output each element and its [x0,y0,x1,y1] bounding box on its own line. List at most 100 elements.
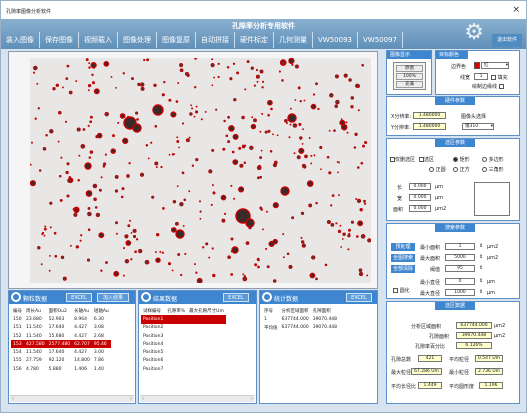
table-row[interactable]: 155 27.759 92.120 14.800 7.86 [11,357,111,365]
polygon-radio[interactable] [482,157,487,162]
edge-line-checkbox-wrap[interactable]: 绘制边缘线 [472,83,504,90]
col-header[interactable]: 序号 [262,307,280,315]
menu-load-image[interactable]: 装入图像 [1,32,40,48]
horizontal-scrollbar[interactable]: ‹ › [140,395,255,402]
watershed-option[interactable]: 圆化 [393,287,410,294]
col-header[interactable]: 编号 [11,307,24,315]
circle-radio[interactable] [429,167,434,172]
scroll-left-icon[interactable]: ‹ [142,396,144,402]
title-bar: 孔隙率图像分析软件 × [1,1,526,19]
pore-mark [354,132,358,136]
col-header[interactable]: 面积Ou2 [47,307,72,315]
table-row[interactable]: Position7 [141,365,226,373]
menu-video-load[interactable]: 视频载入 [79,32,118,48]
max-diam-input[interactable]: 1000 [445,289,475,296]
menu-vw50093[interactable]: VW50093 [313,32,358,48]
clear-all-button[interactable]: 全部清除 [391,265,415,273]
col-header[interactable]: 孔隙面积 [311,307,339,315]
max-area-spinner[interactable]: ⇕ [479,254,483,260]
length-input[interactable]: 0.000 [409,183,431,190]
region-option[interactable]: 选区 [419,156,434,163]
add-result-button[interactable]: 加入结果 [97,293,129,302]
max-diam-unit: μm [487,290,496,296]
table-row[interactable]: 153 427.580 2577.480 62.707 95.46 [11,340,111,349]
total-area-unit: μm2 [494,323,506,329]
table-row[interactable]: Position2 [141,324,226,332]
horizontal-scrollbar[interactable]: ‹ › [10,395,134,402]
lens-select[interactable]: 镜310 ▾ [462,123,494,130]
triangle-radio[interactable] [482,167,487,172]
region-only-option[interactable]: 仅删选区 [390,156,415,163]
max-diam-spinner[interactable]: ⇕ [479,289,483,295]
zoom-100-button[interactable]: 100% [396,73,423,80]
threshold-spinner[interactable]: ⇕ [479,265,483,271]
triangle-option[interactable]: 三角形 [482,166,504,173]
pore-mark [87,83,92,88]
col-header[interactable]: 试样编号 [141,307,165,315]
particle-excel-button[interactable]: EXCEL [66,293,92,302]
x-resolution-input[interactable]: 1.480000 [413,112,446,119]
col-header[interactable]: 最大孔隙尺寸Um [187,307,226,315]
micrograph-canvas[interactable] [29,57,372,284]
menu-vw50097[interactable]: VW50097 [358,32,403,48]
fill-checkbox[interactable] [491,75,496,80]
watershed-checkbox[interactable] [393,288,398,293]
table-row[interactable]: Position4 [141,340,226,348]
menu-image-restore[interactable]: 图像复原 [157,32,196,48]
circle-option[interactable]: 正圆 [429,166,446,173]
table-cell: Position4 [143,341,164,347]
scroll-right-icon[interactable]: › [251,396,253,402]
min-diam-spinner[interactable]: ⇕ [479,278,483,284]
fill-checkbox-wrap[interactable]: 填充 [491,74,508,81]
min-area-spinner[interactable]: ⇕ [479,243,483,249]
y-resolution-input[interactable]: 1.480000 [413,123,446,130]
original-size-button[interactable]: 原图 [396,65,423,72]
stats-excel-button[interactable]: EXCEL [346,293,372,302]
min-area-input[interactable]: 1 [445,243,475,250]
col-header[interactable]: 分析区域面积 [280,307,311,315]
rect-radio[interactable] [453,157,458,162]
thickness-input[interactable]: 1 [474,73,488,80]
exit-button[interactable]: 退出软件 [492,34,522,47]
preprocess-button[interactable]: 预处理 [391,243,415,251]
col-header[interactable]: 孔隙率% [165,307,187,315]
col-header[interactable]: 周长Au [24,307,47,315]
table-row[interactable]: 150 23.680 52.903 8.964 6.30 [11,315,111,323]
area-input[interactable]: 0.000 [409,205,431,212]
max-area-input[interactable]: 5000 [445,254,475,261]
table-row[interactable]: 156 4.780 5.880 1.406 1.40 [11,365,111,373]
menu-hardware-calibration[interactable]: 硬件标定 [235,32,274,48]
pore-mark [324,263,328,267]
min-diam-input[interactable]: 0 [445,278,475,285]
col-header[interactable]: 长轴Au [72,307,92,315]
close-icon[interactable]: × [512,5,520,15]
scroll-left-icon[interactable]: ‹ [12,396,14,402]
full-search-button[interactable]: 全图搜索 [391,254,415,262]
table-row[interactable]: Position3 [141,332,226,340]
table-row[interactable]: 151 11.540 17.640 4.427 3.08 [11,324,111,332]
threshold-input[interactable]: 95 [445,265,475,272]
table-row[interactable]: 154 11.540 17.640 4.427 3.00 [11,348,111,356]
table-row[interactable]: 152 11.540 15.680 4.427 2.68 [11,332,111,340]
menu-geometry-measure[interactable]: 几何测量 [274,32,313,48]
menu-auto-stitch[interactable]: 自动拼接 [196,32,235,48]
rect-option[interactable]: 矩形 [453,156,470,163]
width-input[interactable]: 0.000 [409,194,431,201]
menu-image-process[interactable]: 图像处理 [118,32,157,48]
table-row[interactable]: Position5 [141,348,226,356]
fit-button[interactable]: 充满 [396,81,423,88]
square-radio[interactable] [453,167,458,172]
edge-line-checkbox[interactable] [498,84,504,89]
table-row[interactable]: Position6 [141,357,226,365]
table-row[interactable]: 平均值 637744.000 39070.448 [262,324,339,332]
polygon-option[interactable]: 多边形 [482,156,504,163]
edge-color-select[interactable]: 红 ▾ [481,62,509,69]
table-row[interactable]: Position1 [141,315,226,324]
results-excel-button[interactable]: EXCEL [223,293,249,302]
pore-mark [174,221,179,226]
table-row[interactable]: 1 637744.000 39070.448 [262,315,339,323]
scroll-right-icon[interactable]: › [130,396,132,402]
menu-save-image[interactable]: 保存图像 [40,32,79,48]
col-header[interactable]: 短轴Au [92,307,111,315]
square-option[interactable]: 正方 [453,166,470,173]
